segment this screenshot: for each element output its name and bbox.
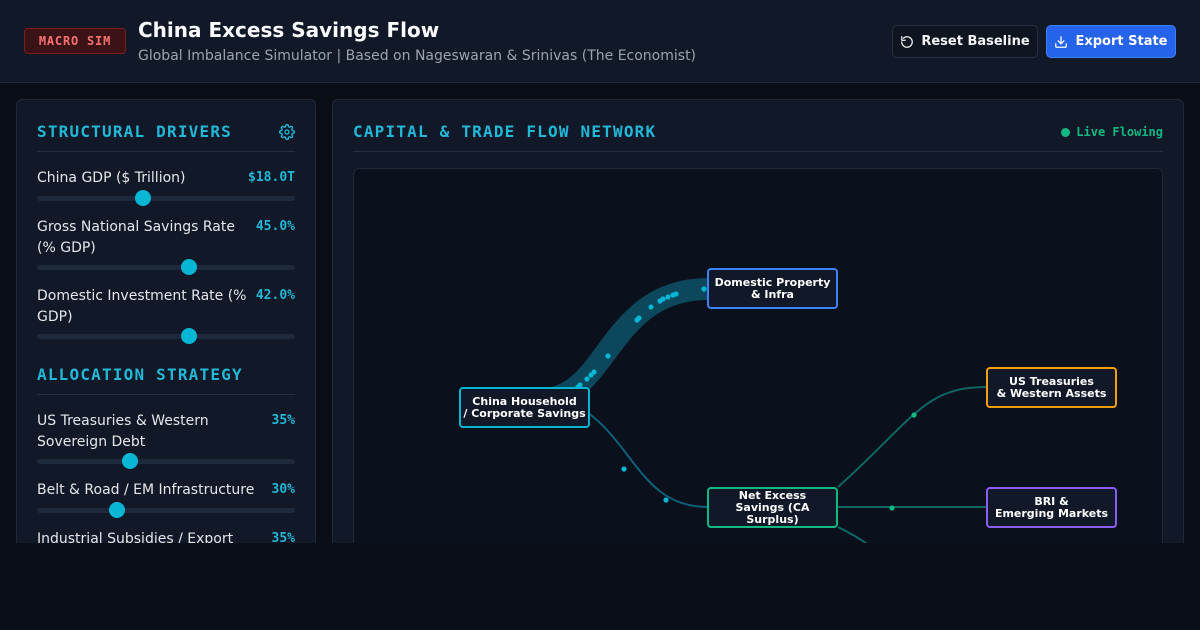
structural-drivers-heading: STRUCTURAL DRIVERS <box>37 122 232 141</box>
flow-link-treasuries <box>837 386 987 488</box>
controls-panel: STRUCTURAL DRIVERS China GDP ($ Trillion… <box>16 99 316 559</box>
investment-rate-slider[interactable] <box>37 328 295 344</box>
savings-rate-slider-value: 45.0% <box>255 219 295 234</box>
treasuries-slider-label: US Treasuries & Western Sovereign Debt <box>37 413 209 450</box>
reset-baseline-button[interactable]: Reset Baseline <box>892 25 1038 58</box>
flow-network-panel: CAPITAL & TRADE FLOW NETWORK Live Flowin… <box>332 99 1184 559</box>
section-divider <box>353 151 1163 152</box>
treasuries-slider[interactable] <box>37 453 295 469</box>
node-china-savings[interactable]: China Household / Corporate Savings <box>459 387 590 428</box>
export-state-label: Export State <box>1075 34 1168 49</box>
bri-slider-label: Belt & Road / EM Infrastructure <box>37 482 255 498</box>
flow-link-property <box>541 278 709 410</box>
treasuries-slider-value: 35% <box>271 413 295 428</box>
page-subtitle: Global Imbalance Simulator | Based on Na… <box>138 48 697 64</box>
gdp-slider-value: $18.0T <box>248 170 295 185</box>
bri-slider[interactable] <box>37 502 295 518</box>
treasuries-slider-thumb[interactable] <box>121 453 138 469</box>
app-header: MACRO SIM China Excess Savings Flow Glob… <box>0 0 1200 83</box>
gdp-slider-label: China GDP ($ Trillion) <box>37 170 186 186</box>
status-dot-icon <box>1061 127 1071 137</box>
gdp-slider-thumb[interactable] <box>134 190 151 206</box>
macro-sim-badge: MACRO SIM <box>24 28 126 54</box>
bri-slider-thumb[interactable] <box>108 502 125 518</box>
savings-rate-slider-label: Gross National Savings Rate (% GDP) <box>37 219 235 256</box>
reset-icon <box>901 35 914 48</box>
gear-icon[interactable] <box>279 124 295 140</box>
investment-rate-slider-value: 42.0% <box>255 288 295 303</box>
flow-particles-green <box>889 412 917 511</box>
node-bri-emerging-markets[interactable]: BRI & Emerging Markets <box>986 487 1117 528</box>
section-divider <box>37 394 295 395</box>
flow-network-heading: CAPITAL & TRADE FLOW NETWORK <box>353 122 657 141</box>
export-state-button[interactable]: Export State <box>1046 25 1176 58</box>
bri-slider-value: 30% <box>271 482 295 497</box>
viewport-cutoff <box>0 543 1200 630</box>
reset-baseline-label: Reset Baseline <box>921 34 1030 49</box>
page-title: China Excess Savings Flow <box>138 18 440 42</box>
gdp-slider[interactable] <box>37 190 295 206</box>
live-status-label: Live Flowing <box>1076 125 1163 139</box>
node-domestic-property[interactable]: Domestic Property & Infra <box>707 268 838 309</box>
live-status: Live Flowing <box>1061 125 1163 139</box>
download-icon <box>1055 35 1068 48</box>
node-us-treasuries[interactable]: US Treasuries & Western Assets <box>986 367 1117 408</box>
investment-rate-slider-thumb[interactable] <box>181 328 198 344</box>
investment-rate-slider-label: Domestic Investment Rate (% GDP) <box>37 288 247 325</box>
flow-canvas[interactable]: China Household / Corporate Savings Dome… <box>353 168 1163 548</box>
node-net-excess-savings[interactable]: Net Excess Savings (CA Surplus) <box>707 487 838 528</box>
savings-rate-slider[interactable] <box>37 259 295 275</box>
savings-rate-slider-thumb[interactable] <box>181 259 198 275</box>
allocation-strategy-heading: ALLOCATION STRATEGY <box>37 365 243 384</box>
section-divider <box>37 151 295 152</box>
